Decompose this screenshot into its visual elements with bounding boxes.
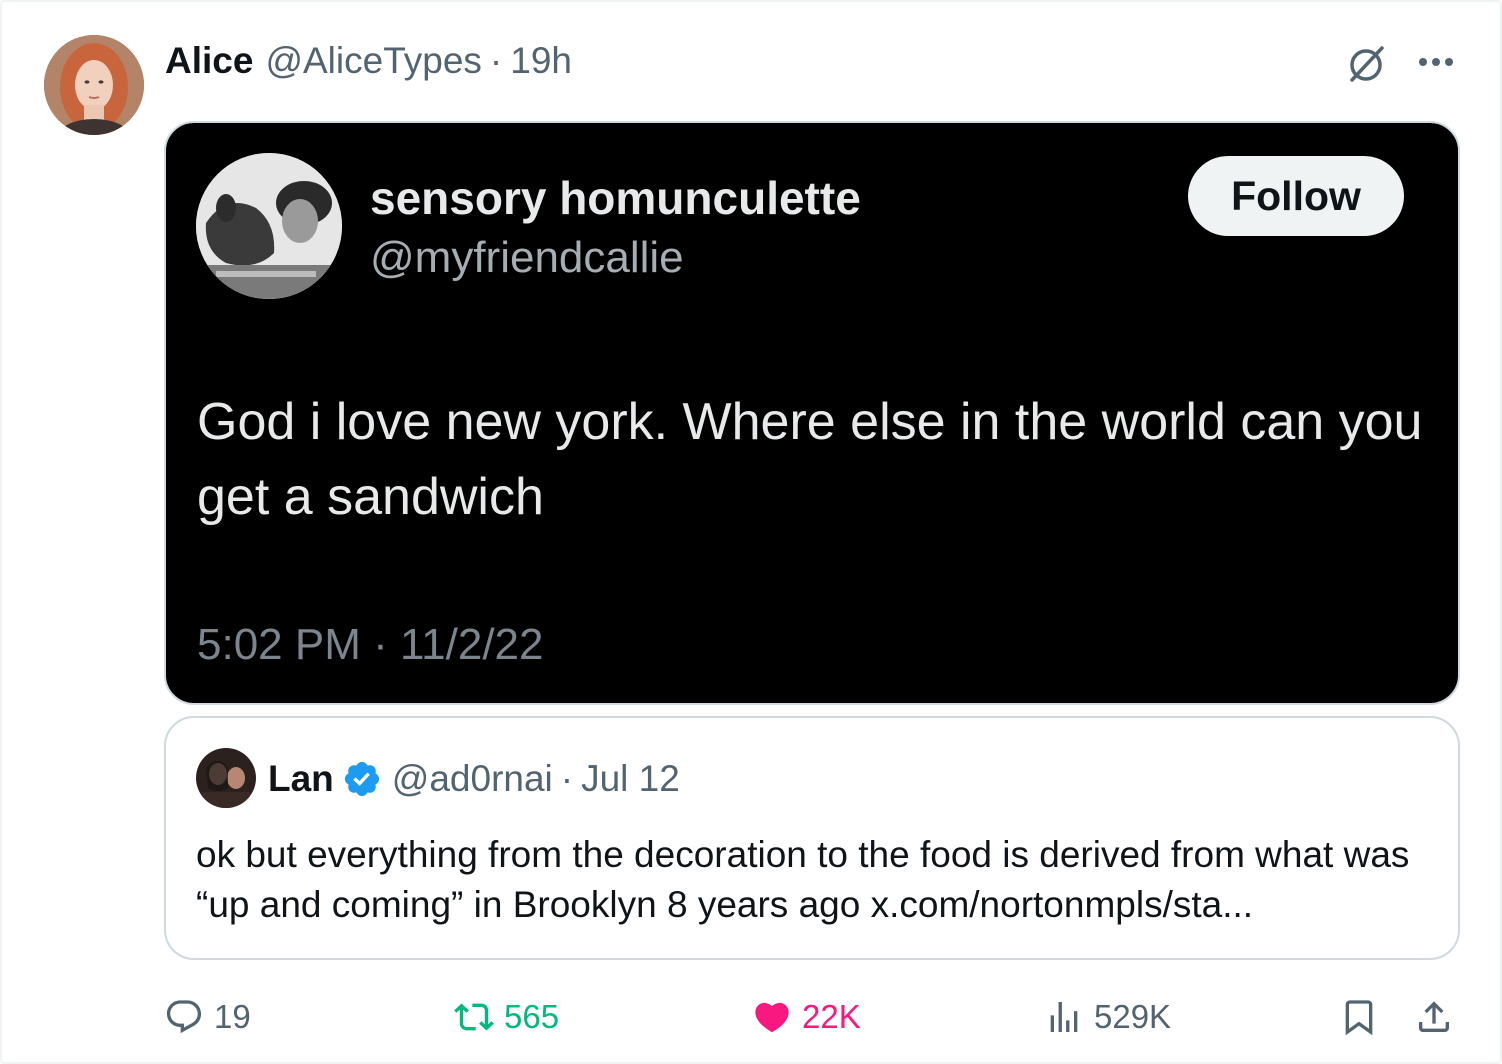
- like-button[interactable]: 22K: [752, 992, 861, 1042]
- embedded-avatar: [196, 153, 342, 299]
- like-count: 22K: [802, 998, 861, 1035]
- more-dot: [1419, 58, 1427, 66]
- header-separator: ·: [489, 40, 503, 81]
- more-dot: [1432, 58, 1440, 66]
- verified-badge-icon: [342, 759, 382, 799]
- reply-count: 19: [214, 998, 251, 1035]
- follow-button: Follow: [1188, 156, 1404, 236]
- reply-bubble-icon: [166, 1000, 202, 1034]
- retweet-count: 565: [504, 998, 560, 1035]
- embedded-tweet-text: God i love new york. Where else in the w…: [197, 393, 1423, 526]
- views-bar-chart-icon: [1050, 1002, 1078, 1032]
- heart-filled-icon: [755, 1002, 789, 1033]
- action-bar: 19 565 22K 529K: [164, 992, 1464, 1042]
- quote-date[interactable]: Jul 12: [581, 758, 680, 800]
- views-button[interactable]: 529K: [1044, 992, 1171, 1042]
- quote-avatar[interactable]: [196, 748, 256, 808]
- post-time[interactable]: 19h: [510, 40, 572, 82]
- quote-separator: ·: [560, 758, 574, 799]
- quote-header: Lan @ad0rnai · Jul 12: [268, 754, 680, 804]
- retweet-button[interactable]: 565: [454, 992, 559, 1042]
- quote-text: ok but everything from the decoration to…: [196, 834, 1410, 925]
- bookmark-button[interactable]: [1339, 992, 1379, 1042]
- share-upload-icon: [1419, 1001, 1449, 1032]
- reply-button[interactable]: 19: [164, 992, 251, 1042]
- quote-author-name[interactable]: Lan: [268, 758, 334, 800]
- embedded-handle: @myfriendcallie: [370, 233, 684, 282]
- share-button[interactable]: [1414, 992, 1454, 1042]
- author-handle[interactable]: @AliceTypes: [265, 40, 481, 82]
- more-dot: [1445, 58, 1453, 66]
- more-horizontal-icon[interactable]: [1412, 42, 1460, 82]
- author-name[interactable]: Alice: [165, 40, 253, 82]
- embedded-display-name: sensory homunculette: [370, 172, 861, 224]
- views-count: 529K: [1094, 998, 1172, 1035]
- post-container: Alice @AliceTypes · 19h sensory homuncul…: [0, 0, 1502, 1064]
- quote-author-handle[interactable]: @ad0rnai: [392, 758, 553, 800]
- bookmark-icon: [1345, 1000, 1373, 1036]
- embedded-timestamp: 5:02 PM · 11/2/22: [197, 620, 544, 669]
- retweet-icon: [454, 1003, 494, 1031]
- quoted-tweet[interactable]: Lan @ad0rnai · Jul 12 ok but everything …: [164, 716, 1460, 960]
- grok-slash-circle-icon[interactable]: [1344, 42, 1388, 86]
- post-header: Alice @AliceTypes · 19h: [165, 38, 572, 84]
- author-avatar[interactable]: [44, 35, 144, 135]
- embedded-tweet-screenshot[interactable]: sensory homunculette @myfriendcallie Fol…: [164, 121, 1460, 705]
